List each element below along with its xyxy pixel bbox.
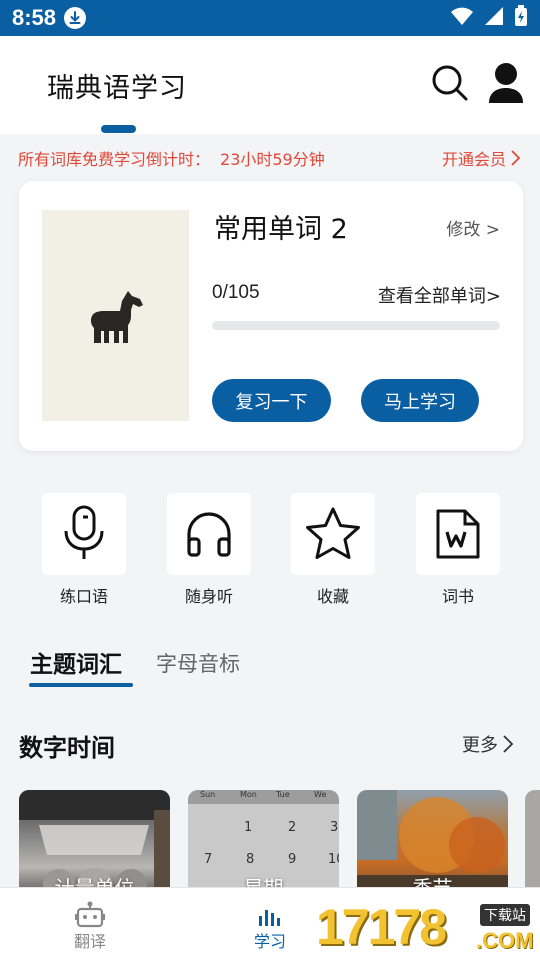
- calendar-cell: 3: [330, 820, 339, 835]
- tool-label: 收藏: [316, 587, 349, 606]
- calendar-cell: 9: [288, 852, 297, 867]
- more-link[interactable]: 更多: [462, 731, 514, 757]
- topic-card-seasons[interactable]: 季节: [357, 790, 508, 900]
- tool-speaking[interactable]: 练口语: [42, 493, 126, 607]
- tool-wordbook[interactable]: 词书: [416, 493, 500, 607]
- chevron-right-icon: [503, 735, 514, 753]
- star-icon: [306, 507, 360, 559]
- progress-count: 0/105: [212, 282, 260, 303]
- calendar-day: Mon: [240, 790, 257, 799]
- calendar-header: Sun Mon Tue We: [188, 790, 339, 804]
- section-title: 数字时间: [19, 734, 115, 762]
- tool-label: 词书: [441, 587, 474, 606]
- site-watermark: 17178 下载站 .COM: [316, 898, 538, 958]
- edit-book-link[interactable]: 修改 >: [446, 215, 500, 240]
- wifi-icon: [450, 6, 474, 30]
- user-icon: [489, 63, 523, 103]
- headphones-icon: [187, 512, 231, 557]
- watermark-tag: 下载站: [480, 904, 530, 926]
- watermark-domain: .COM: [476, 928, 534, 953]
- tool-label: 随身听: [184, 587, 233, 606]
- book-card: 常用单词 2 修改 > 0/105 查看全部单词> 复习一下 马上学习: [19, 181, 523, 451]
- calendar-cell: 2: [288, 820, 297, 835]
- download-icon: [64, 7, 87, 29]
- tool-favorites[interactable]: 收藏: [291, 493, 375, 607]
- progress-bar: [212, 321, 500, 330]
- bars-icon: [259, 910, 280, 926]
- microphone-icon: [64, 505, 104, 559]
- calendar-cell: 10: [328, 852, 339, 867]
- vip-link[interactable]: 开通会员: [442, 146, 522, 170]
- profile-button[interactable]: [486, 62, 526, 104]
- promo-countdown: 23小时59分钟: [220, 150, 325, 169]
- calendar-day: Sun: [200, 790, 216, 799]
- tab-alphabet[interactable]: 字母音标: [156, 648, 240, 678]
- title-indicator: [101, 125, 136, 133]
- active-tab-indicator: [29, 683, 133, 687]
- calendar-cell: 8: [246, 852, 255, 867]
- robot-icon: [75, 901, 105, 928]
- vip-link-label: 开通会员: [441, 150, 506, 169]
- page-title: 瑞典语学习: [47, 73, 187, 104]
- calendar-cell: 1: [244, 820, 253, 835]
- dala-horse-icon: [90, 290, 143, 343]
- calendar-day: We: [314, 790, 327, 799]
- promo-banner: 所有词库免费学习倒计时： 23小时59分钟 开通会员: [0, 140, 540, 176]
- learn-now-button[interactable]: 马上学习: [361, 379, 479, 422]
- signal-icon: [484, 6, 504, 30]
- app-header: 瑞典语学习: [0, 36, 540, 134]
- nav-study[interactable]: 学习: [240, 900, 300, 952]
- calendar-day: Tue: [276, 790, 290, 799]
- battery-icon: [514, 5, 528, 31]
- nav-translate[interactable]: 翻译: [60, 900, 120, 952]
- status-bar: 8:58: [0, 0, 540, 36]
- promo-text: 所有词库免费学习倒计时：: [18, 150, 211, 169]
- tool-listening[interactable]: 随身听: [167, 493, 251, 607]
- word-file-icon: [436, 509, 480, 559]
- view-all-words-link[interactable]: 查看全部单词>: [378, 282, 501, 308]
- topic-card-units[interactable]: 计量单位: [19, 790, 170, 900]
- nav-label: 翻译: [73, 932, 106, 951]
- topic-card-weekdays[interactable]: Sun Mon Tue We 1 2 3 7 8 9 10 星期: [188, 790, 339, 900]
- calendar-cell: 7: [204, 852, 213, 867]
- more-label: 更多: [462, 735, 498, 756]
- tab-topic-vocab[interactable]: 主题词汇: [30, 645, 122, 679]
- chevron-right-icon: [511, 150, 521, 166]
- topic-card-partial[interactable]: [525, 790, 540, 900]
- watermark-number: 17178: [316, 899, 447, 955]
- tool-label: 练口语: [59, 587, 108, 606]
- book-title: 常用单词 2: [214, 214, 348, 245]
- search-button[interactable]: [430, 63, 470, 103]
- nav-label: 学习: [253, 932, 286, 951]
- status-time: 8:58: [12, 5, 57, 30]
- book-cover[interactable]: [42, 210, 189, 421]
- review-button[interactable]: 复习一下: [212, 379, 331, 422]
- search-icon: [432, 65, 468, 101]
